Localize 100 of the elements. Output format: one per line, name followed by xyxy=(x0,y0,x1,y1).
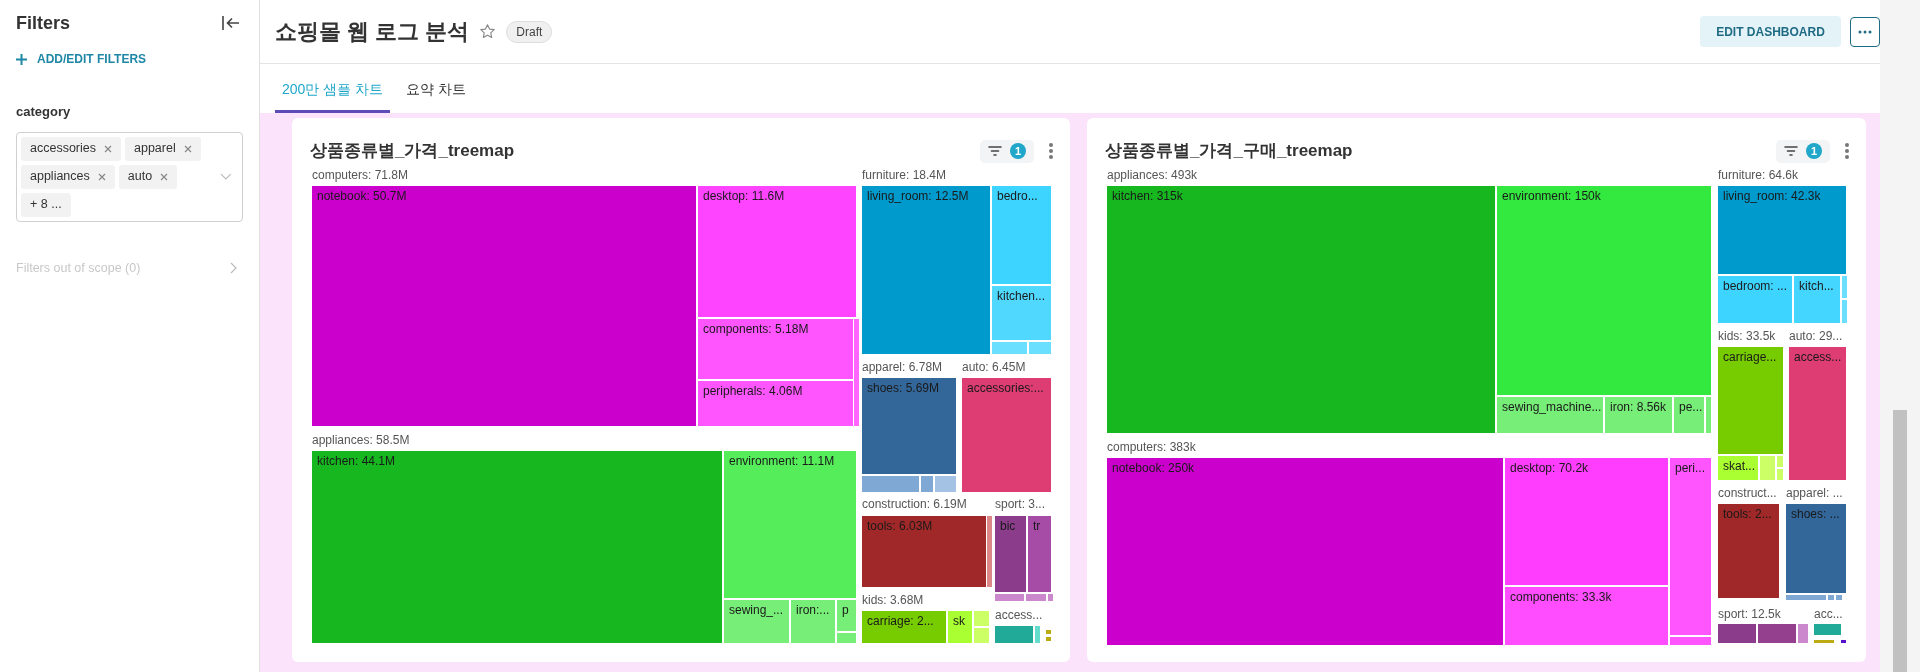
treemap-tile[interactable] xyxy=(921,476,933,492)
treemap-tile[interactable]: carriage: 2... xyxy=(862,611,946,643)
group-label: construct... xyxy=(1718,486,1777,500)
treemap-tile[interactable]: skat... xyxy=(1718,456,1758,480)
treemap-tile[interactable]: desktop: 11.6M xyxy=(698,186,856,317)
more-options-icon[interactable] xyxy=(1048,142,1054,160)
scrollbar-thumb[interactable] xyxy=(1893,410,1907,672)
treemap-tile[interactable]: p xyxy=(837,600,856,631)
treemap-tile[interactable]: components: 5.18M xyxy=(698,319,853,379)
dashboard-tab[interactable]: 요약 차트 xyxy=(392,64,481,113)
more-chips-tag[interactable]: + 8 ... xyxy=(21,192,71,217)
treemap-tile[interactable] xyxy=(1758,624,1796,643)
filter-chip[interactable]: appliances xyxy=(21,164,115,189)
treemap-tile[interactable] xyxy=(1814,624,1841,635)
treemap-tile[interactable] xyxy=(1046,637,1051,641)
treemap-tile[interactable]: peripherals: 4.06M xyxy=(698,381,853,426)
treemap-tile[interactable]: carriage... xyxy=(1718,347,1783,454)
group-label: construction: 6.19M xyxy=(862,497,967,511)
treemap-tile[interactable]: sk xyxy=(948,611,972,643)
group-label: furniture: 64.6k xyxy=(1718,168,1799,182)
category-select[interactable]: accessories apparel appliances auto + 8 ... xyxy=(16,131,243,222)
more-options-icon[interactable] xyxy=(1844,142,1850,160)
treemap-tile[interactable] xyxy=(854,319,859,426)
group-label: computers: 71.8M xyxy=(312,168,409,182)
filter-chip[interactable]: auto xyxy=(118,164,178,189)
more-icon xyxy=(1858,29,1872,34)
treemap-tile[interactable] xyxy=(1777,456,1783,467)
remove-icon[interactable] xyxy=(183,144,192,153)
treemap-tile[interactable] xyxy=(1836,595,1842,600)
group-label: sport: 12.5k xyxy=(1718,607,1781,621)
group-label: auto: 6.45M xyxy=(962,360,1026,374)
treemap-tile[interactable] xyxy=(1760,456,1775,480)
treemap-tile[interactable]: kitchen... xyxy=(992,286,1051,340)
star-icon[interactable] xyxy=(479,23,497,40)
treemap-tile[interactable] xyxy=(1842,300,1847,323)
treemap-tile[interactable] xyxy=(1035,626,1040,643)
treemap-tile[interactable] xyxy=(995,626,1033,643)
treemap-tile[interactable]: kitch... xyxy=(1794,276,1840,323)
dashboard-title: 쇼핑몰 웹 로그 분석 xyxy=(275,18,470,46)
treemap-tile[interactable] xyxy=(1048,594,1053,601)
treemap-tile[interactable] xyxy=(987,516,992,587)
treemap-tile[interactable] xyxy=(992,342,1027,354)
treemap-tile[interactable] xyxy=(1842,276,1847,298)
treemap-tile[interactable]: living_room: 42.3k xyxy=(1718,186,1846,274)
treemap-tile[interactable]: tr xyxy=(1028,516,1051,592)
treemap-tile[interactable]: living_room: 12.5M xyxy=(862,186,990,354)
plus-icon xyxy=(16,53,27,65)
treemap-tile[interactable] xyxy=(1029,342,1051,354)
treemap-tile[interactable]: iron:... xyxy=(791,600,835,643)
filter-icon xyxy=(988,145,1002,157)
treemap-tile[interactable]: iron: 8.56k xyxy=(1605,397,1672,433)
treemap-tile[interactable]: bedroom: ... xyxy=(1718,276,1792,323)
treemap-tile[interactable] xyxy=(974,611,989,626)
treemap-tile[interactable]: environment: 150k xyxy=(1497,186,1711,395)
remove-icon[interactable] xyxy=(160,172,169,181)
group-label: appliances: 493k xyxy=(1107,168,1198,182)
filter-chip[interactable]: accessories xyxy=(21,136,121,161)
treemap-tile[interactable] xyxy=(1798,624,1808,643)
add-filters-button[interactable]: ADD/EDIT FILTERS xyxy=(16,50,147,68)
treemap-tile[interactable] xyxy=(1046,630,1051,634)
treemap-tile[interactable] xyxy=(1718,624,1756,643)
treemap-tile[interactable] xyxy=(1828,595,1834,600)
remove-icon[interactable] xyxy=(97,172,106,181)
remove-icon[interactable] xyxy=(104,144,112,153)
group-label: auto: 29... xyxy=(1789,329,1843,343)
treemap-tile[interactable]: environment: 11.1M xyxy=(724,451,856,598)
treemap-tile[interactable] xyxy=(1786,595,1826,600)
treemap-tile[interactable]: access... xyxy=(1789,347,1846,480)
filter-chip[interactable]: apparel xyxy=(125,136,201,161)
treemap-tile[interactable]: components: 33.3k xyxy=(1505,587,1668,645)
treemap-tile[interactable]: sewing_machine... xyxy=(1497,397,1603,433)
treemap-tile[interactable]: kitchen: 315k xyxy=(1107,186,1495,433)
treemap-tile[interactable]: accessories:... xyxy=(962,378,1051,492)
treemap-tile[interactable]: notebook: 250k xyxy=(1107,458,1503,645)
treemap-tile[interactable] xyxy=(1814,640,1834,643)
group-label: acc... xyxy=(1814,607,1843,621)
filter-label: category xyxy=(16,103,72,121)
treemap-tile[interactable]: kitchen: 44.1M xyxy=(312,451,722,643)
treemap-tile[interactable] xyxy=(995,594,1024,601)
chevron-right-icon[interactable] xyxy=(230,261,237,274)
treemap-tile[interactable] xyxy=(1670,637,1711,645)
treemap-tile[interactable] xyxy=(837,633,856,643)
treemap-tile[interactable] xyxy=(862,476,919,492)
treemap-tile[interactable]: notebook: 50.7M xyxy=(312,186,696,426)
chevron-down-icon[interactable] xyxy=(220,173,232,180)
treemap-tile[interactable] xyxy=(974,628,989,643)
treemap-tile[interactable]: peri... xyxy=(1670,458,1711,635)
treemap-tile[interactable]: pe... xyxy=(1674,397,1704,433)
treemap-tile[interactable] xyxy=(1706,397,1711,433)
treemap-tile[interactable] xyxy=(1841,640,1846,643)
treemap-tile[interactable] xyxy=(1777,469,1783,480)
treemap-tile[interactable] xyxy=(935,476,956,492)
treemap-tile[interactable]: bedro... xyxy=(992,186,1051,284)
group-label: access... xyxy=(995,608,1043,622)
collapse-icon[interactable] xyxy=(221,15,241,31)
treemap-tile[interactable] xyxy=(1026,594,1046,601)
filter-count-badge: 1 xyxy=(1010,143,1026,159)
treemap-tile[interactable]: desktop: 70.2k xyxy=(1505,458,1668,585)
edit-dashboard-button[interactable]: EDIT DASHBOARD xyxy=(1700,16,1841,47)
treemap-tile[interactable]: sewing_... xyxy=(724,600,789,643)
